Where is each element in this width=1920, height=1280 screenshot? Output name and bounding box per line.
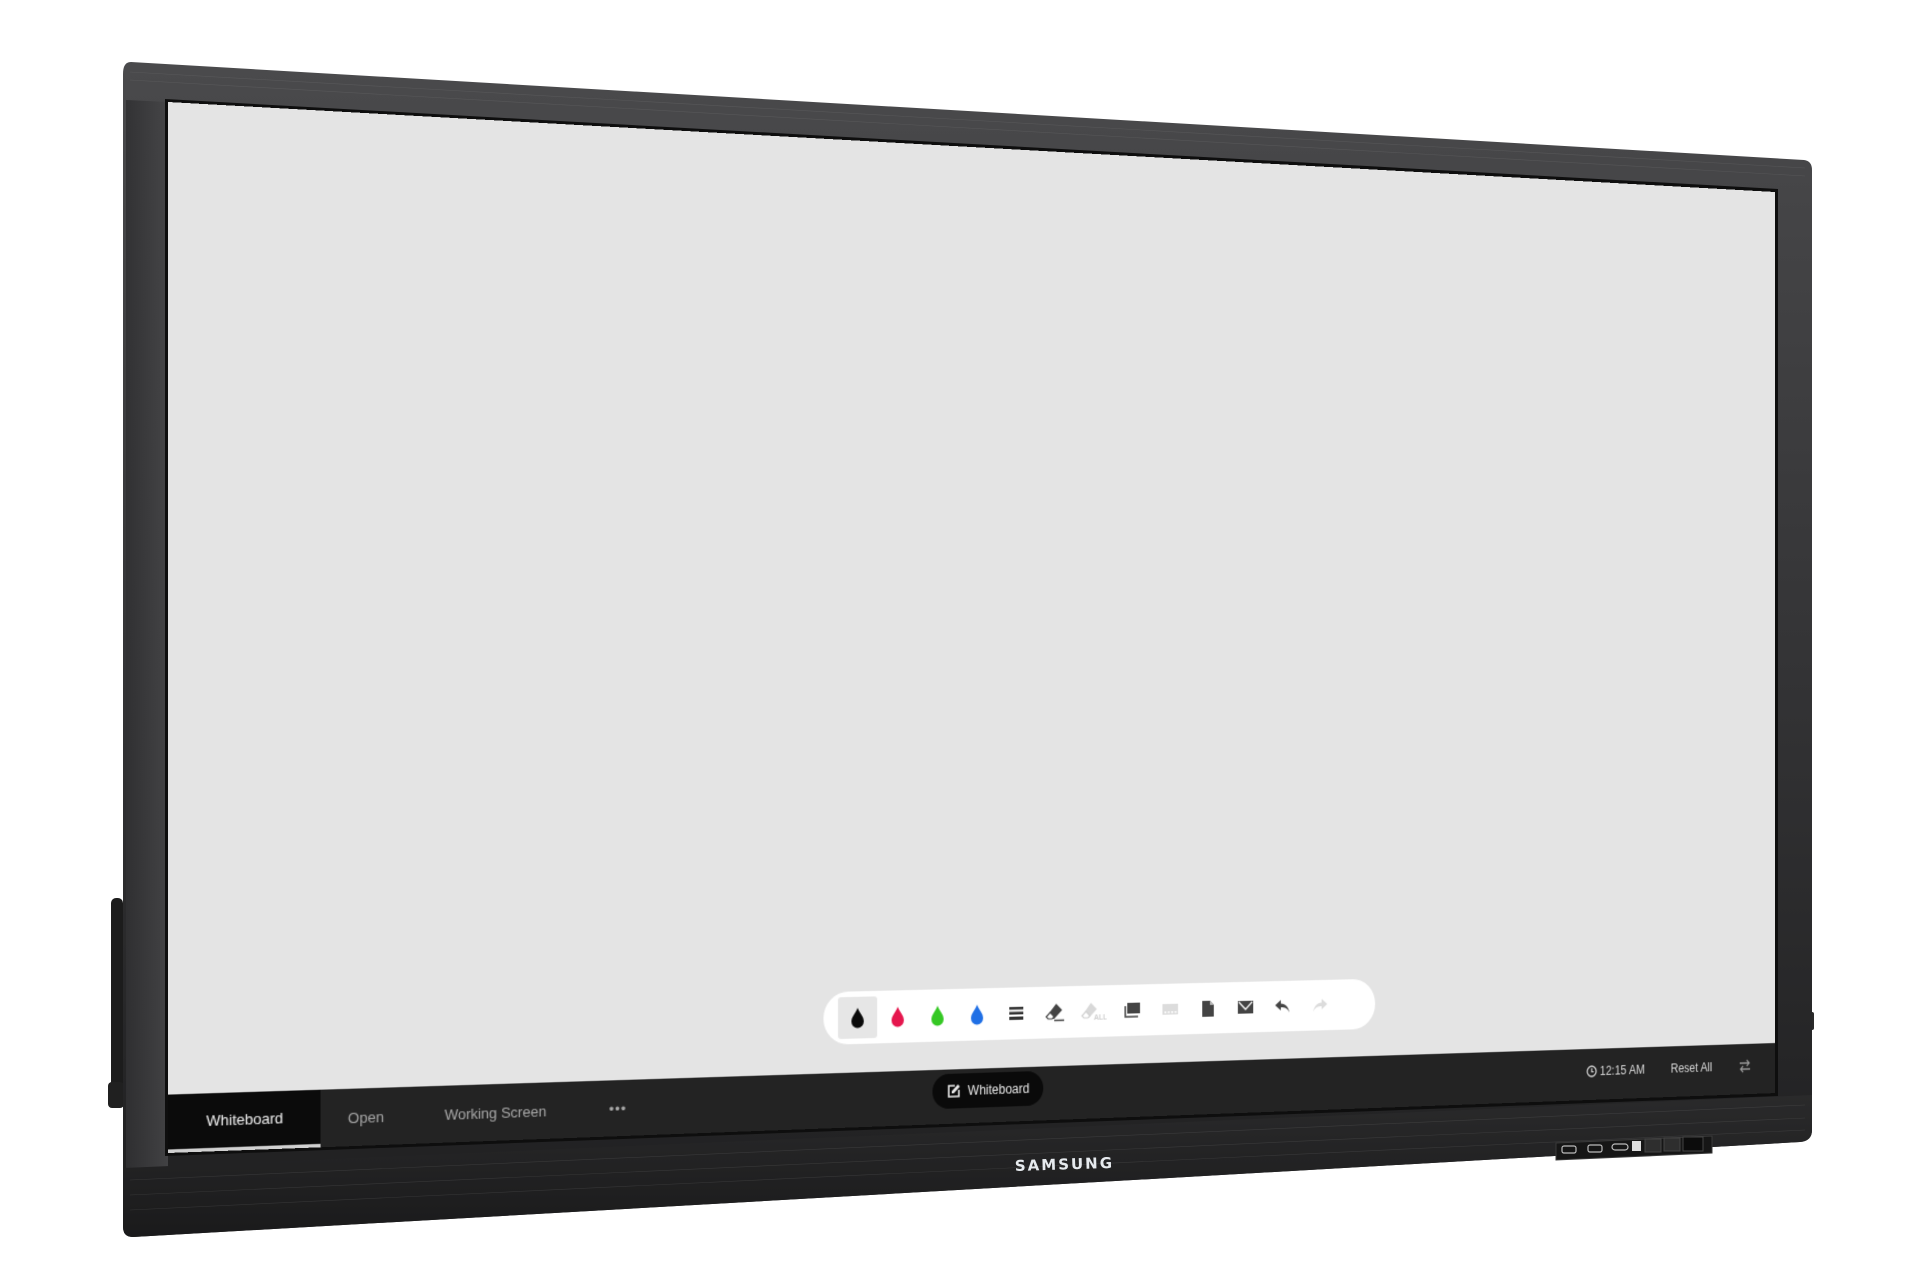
pages-button[interactable]	[1114, 990, 1151, 1032]
pen-green-button[interactable]	[918, 994, 957, 1036]
reset-all-button[interactable]: Reset All	[1671, 1045, 1712, 1091]
tab-label: Open	[347, 1107, 384, 1127]
pages-icon	[1123, 1001, 1141, 1019]
tab-label: Whiteboard	[206, 1109, 284, 1130]
clock-icon	[1586, 1065, 1597, 1078]
whiteboard-canvas[interactable]	[168, 102, 1776, 1095]
edit-icon	[947, 1083, 961, 1099]
display-screen: ALL Whiteboard Open Working Screen ••• W…	[168, 102, 1776, 1153]
clock: 12:15 AM	[1586, 1047, 1645, 1094]
reset-all-label: Reset All	[1670, 1060, 1713, 1076]
ink-drop-icon	[851, 1007, 864, 1029]
pen-red-button[interactable]	[878, 995, 917, 1038]
pen-blue-button[interactable]	[958, 993, 996, 1035]
email-button[interactable]	[1227, 987, 1263, 1028]
svg-text:ALL: ALL	[1094, 1013, 1107, 1021]
document-icon	[1202, 1000, 1214, 1017]
ink-drop-icon	[971, 1004, 984, 1025]
ink-drop-icon	[931, 1005, 944, 1027]
current-app-button[interactable]: Whiteboard	[932, 1070, 1044, 1110]
eraser-all-icon: ALL	[1081, 1002, 1107, 1021]
power-button[interactable]	[1663, 1137, 1681, 1152]
undo-icon	[1275, 999, 1290, 1013]
eraser-icon	[1045, 1003, 1065, 1022]
redo-button[interactable]	[1302, 985, 1338, 1026]
bezel-left	[126, 100, 168, 1170]
pen-black-button[interactable]	[837, 996, 878, 1040]
brand-logo: SAMSUNG	[1015, 1154, 1115, 1175]
mail-icon	[1237, 1000, 1254, 1014]
pen-tray	[108, 898, 124, 1108]
tab-whiteboard[interactable]: Whiteboard	[168, 1089, 321, 1153]
file-button[interactable]	[1190, 988, 1227, 1029]
tab-label: Working Screen	[444, 1102, 547, 1123]
undo-button[interactable]	[1265, 986, 1301, 1027]
switch-button[interactable]	[1739, 1044, 1751, 1089]
line-weight-icon	[1009, 1006, 1024, 1021]
pen-thickness-button[interactable]	[997, 992, 1035, 1034]
ink-drop-icon	[891, 1006, 904, 1028]
swap-arrows-icon	[1739, 1059, 1751, 1073]
more-dots-icon: •••	[608, 1099, 627, 1117]
redo-icon	[1313, 998, 1328, 1012]
tab-open[interactable]: Open	[321, 1087, 411, 1148]
page-navigator-button[interactable]	[1152, 989, 1189, 1030]
usb-b-port-icon	[1632, 1141, 1641, 1151]
tab-working-screen[interactable]: Working Screen	[418, 1082, 573, 1144]
clock-time: 12:15 AM	[1599, 1062, 1645, 1079]
more-menu-button[interactable]: •••	[585, 1079, 650, 1137]
eraser-button[interactable]	[1036, 991, 1074, 1033]
current-app-label: Whiteboard	[967, 1080, 1030, 1099]
page-strip-icon	[1162, 1003, 1179, 1015]
erase-all-button[interactable]: ALL	[1075, 990, 1113, 1032]
